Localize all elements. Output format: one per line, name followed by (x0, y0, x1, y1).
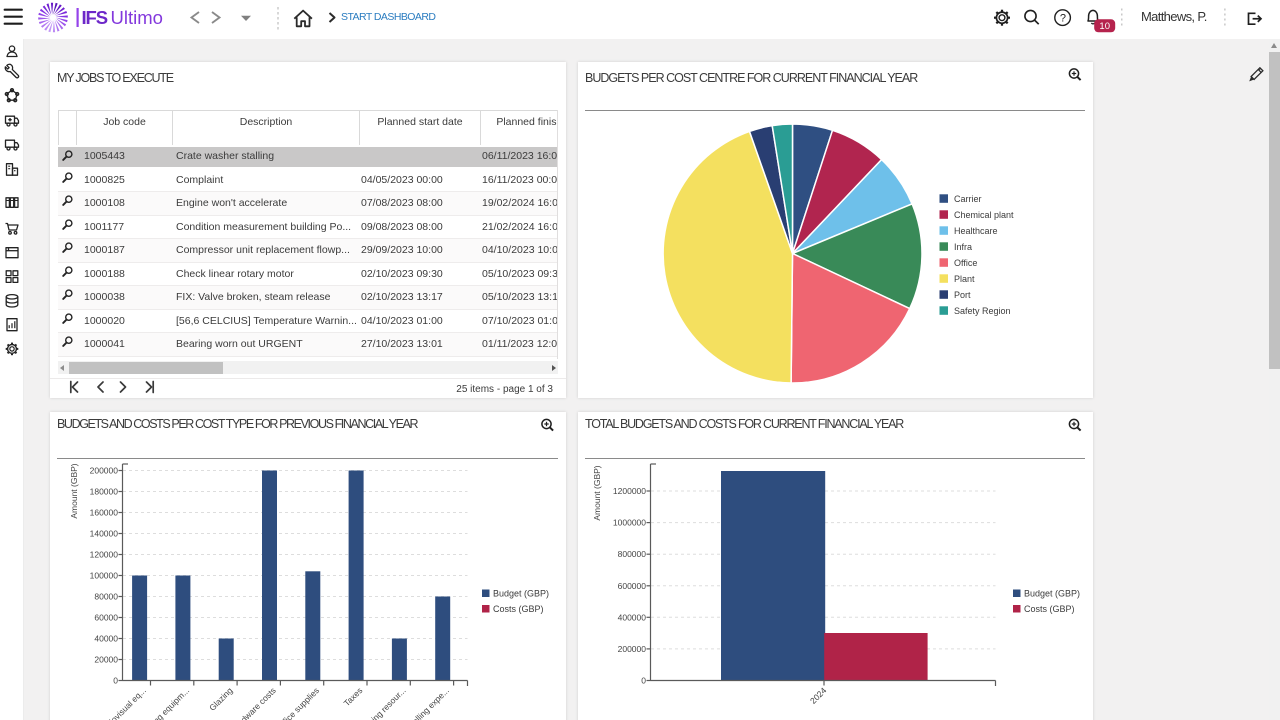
svg-text:Taxes: Taxes (342, 685, 365, 708)
svg-text:Carrier: Carrier (954, 194, 982, 204)
svg-text:200000: 200000 (90, 466, 119, 476)
svg-text:Plant: Plant (954, 274, 975, 284)
svg-text:Ultimo: Ultimo (111, 7, 163, 28)
svg-text:Amount (GBP): Amount (GBP) (592, 465, 602, 520)
svg-text:Safety Region: Safety Region (954, 306, 1011, 316)
svg-text:Healthcare: Healthcare (954, 226, 998, 236)
svg-text:40000: 40000 (94, 634, 118, 644)
svg-text:140000: 140000 (90, 529, 119, 539)
svg-text:20000: 20000 (94, 655, 118, 665)
svg-text:Budget (GBP): Budget (GBP) (1024, 589, 1080, 599)
svg-text:Chemical plant: Chemical plant (954, 210, 1014, 220)
svg-text:Glazing: Glazing (207, 685, 235, 713)
svg-text:Port: Port (954, 290, 971, 300)
svg-text:80000: 80000 (94, 592, 118, 602)
svg-text:800000: 800000 (618, 549, 647, 559)
svg-text:Office: Office (954, 258, 977, 268)
svg-text:Infra: Infra (954, 242, 972, 252)
svg-text:Amount (GBP): Amount (GBP) (69, 463, 79, 518)
svg-text:0: 0 (641, 676, 646, 686)
svg-text:Audiovisual eq...: Audiovisual eq... (97, 685, 148, 720)
svg-text:1000000: 1000000 (613, 518, 646, 528)
svg-text:Office supplies: Office supplies (275, 685, 321, 720)
svg-text:10: 10 (1099, 21, 1110, 32)
svg-text:Costs (GBP): Costs (GBP) (1024, 604, 1075, 614)
svg-text:?: ? (1060, 13, 1066, 25)
svg-text:400000: 400000 (618, 612, 647, 622)
svg-text:Housing resour...: Housing resour... (355, 685, 408, 720)
svg-text:Budget (GBP): Budget (GBP) (493, 589, 549, 599)
svg-text:2024: 2024 (808, 685, 829, 706)
svg-text:1200000: 1200000 (613, 486, 646, 496)
svg-text:160000: 160000 (90, 508, 119, 518)
svg-text:100000: 100000 (90, 571, 119, 581)
svg-text:Costs (GBP): Costs (GBP) (493, 604, 544, 614)
svg-text:180000: 180000 (90, 487, 119, 497)
svg-text:200000: 200000 (618, 644, 647, 654)
svg-text:600000: 600000 (618, 581, 647, 591)
svg-text:120000: 120000 (90, 550, 119, 560)
svg-text:Travelling expe...: Travelling expe... (398, 685, 451, 720)
svg-text:IFS: IFS (82, 7, 108, 28)
svg-text:60000: 60000 (94, 613, 118, 623)
svg-text:0: 0 (113, 676, 118, 686)
svg-text:Hardware costs: Hardware costs (229, 685, 278, 720)
